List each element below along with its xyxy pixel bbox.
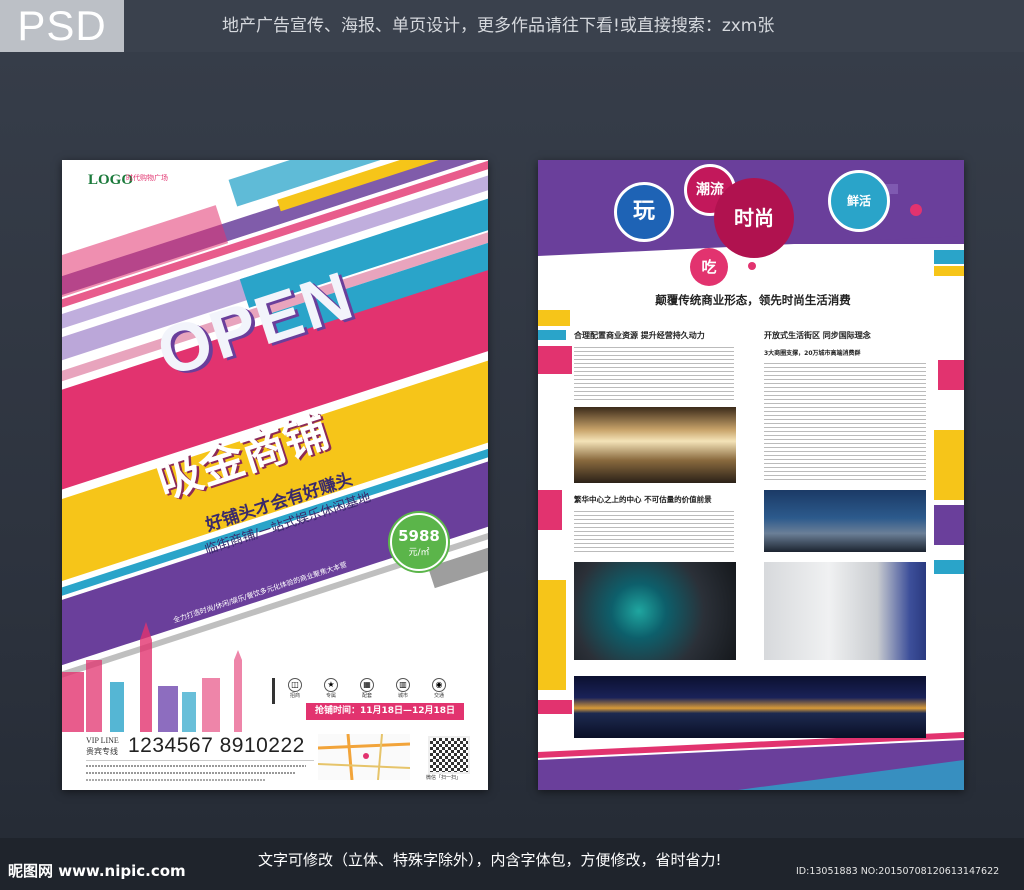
location-map — [318, 734, 410, 780]
bubble-eat: 吃 — [690, 248, 728, 286]
fine-print-line — [86, 779, 266, 781]
date-banner: 抢铺时间：11月18日—12月18日 — [306, 703, 464, 720]
shop-icon: ◫ — [288, 678, 302, 692]
col1-body-text — [574, 344, 734, 400]
logo-subtitle: 时代购物广场 — [126, 174, 168, 182]
bubble-fashion: 时尚 — [714, 178, 794, 258]
main-heading: 颠覆传统商业形态，领先时尚生活消费 — [655, 293, 851, 307]
feature-item: ◫ 招商 — [288, 678, 302, 699]
fine-print — [86, 760, 314, 783]
feature-icons: ◫ 招商 ★ 专属 ▦ 配套 ▥ 城市 ◉ 交通 — [272, 678, 479, 704]
phone-number: 1234567 8910222 — [128, 734, 305, 757]
qr-caption: 微信「扫一扫」 — [426, 775, 462, 781]
psd-badge: PSD — [0, 0, 124, 52]
vip-label: VIP LINE — [86, 736, 119, 745]
top-bar: PSD 地产广告宣传、海报、单页设计，更多作品请往下看!或直接搜索：zxm张 — [0, 0, 1024, 52]
top-tagline: 地产广告宣传、海报、单页设计，更多作品请往下看!或直接搜索：zxm张 — [222, 16, 775, 36]
bubble-fresh: 鲜活 — [828, 170, 890, 232]
price-unit: 元/㎡ — [408, 548, 430, 558]
star-icon: ★ — [324, 678, 338, 692]
photo-fashion-model — [574, 562, 736, 660]
price-value: 5988 — [398, 527, 440, 545]
bottom-note: 文字可修改（立体、特殊字除外），内含字体包，方便修改，省时省力! — [258, 851, 722, 869]
poster-front[interactable]: LOGO 时代购物广场 OPEN 吸金商铺 好铺头才会有好赚头 临街商铺/一站式… — [62, 160, 488, 790]
image-id: ID:13051883 NO:20150708120613147622 — [796, 866, 1000, 877]
feature-item: ▦ 配套 — [360, 678, 374, 699]
feature-item: ▥ 城市 — [396, 678, 410, 699]
city-icon: ▥ — [396, 678, 410, 692]
col2-subheading: 3大商圈支撑，20万城市高端消费群 — [764, 350, 861, 357]
car-icon: ◉ — [432, 678, 446, 692]
photo-mall-interior — [574, 407, 736, 483]
feature-item: ◉ 交通 — [432, 678, 446, 699]
col1-heading: 合理配置商业资源 提升经营持久动力 — [574, 331, 705, 340]
photo-showroom — [764, 562, 926, 660]
col1b-body-text — [574, 508, 734, 552]
qr-code — [428, 736, 470, 774]
fine-print-line — [86, 765, 306, 767]
photo-building-night — [764, 490, 926, 552]
price-badge: 5988 元/㎡ — [390, 513, 448, 571]
fine-print-line — [86, 772, 296, 774]
col2-body-text — [764, 360, 926, 482]
poster-back[interactable]: 玩 潮流 时尚 鲜活 吃 颠覆传统商业形态，领先时尚生活消费 合理配置商业资源 … — [538, 160, 964, 790]
site-credit[interactable]: 昵图网 www.nipic.com — [8, 860, 186, 881]
feature-item: ★ 专属 — [324, 678, 338, 699]
col2-heading: 开放式生活街区 同步国际理念 — [764, 331, 871, 340]
bubble-play: 玩 — [614, 182, 674, 242]
photo-city-skyline-night — [574, 676, 926, 738]
col1b-heading: 繁华中心之上的中心 不可估量的价值前景 — [574, 495, 712, 504]
vip-cn: 贵宾专线 — [86, 747, 118, 756]
building-icon: ▦ — [360, 678, 374, 692]
